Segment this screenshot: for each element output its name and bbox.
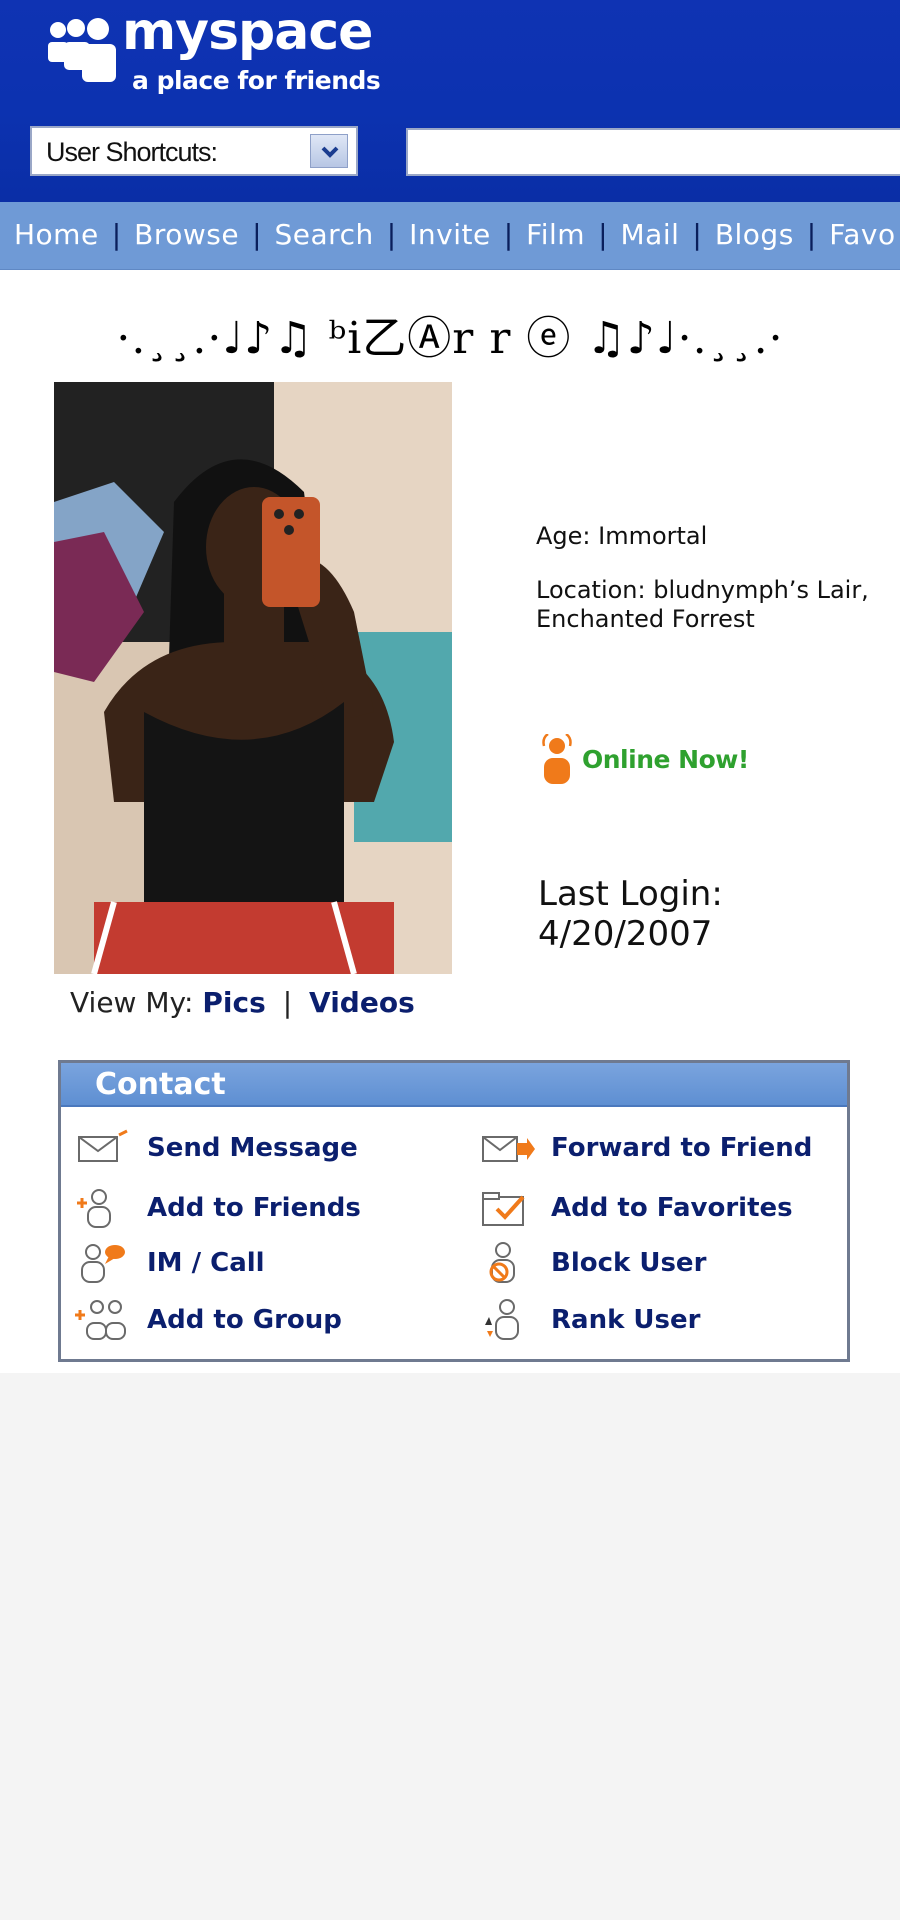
block-user-icon bbox=[479, 1240, 535, 1286]
view-my-links: View My: Pics | Videos bbox=[70, 986, 415, 1026]
link-separator: | bbox=[282, 986, 293, 1019]
last-login-date: 4/20/2007 bbox=[538, 914, 713, 954]
add-to-group-button[interactable]: Add to Group bbox=[75, 1297, 342, 1343]
contact-title: Contact bbox=[95, 1067, 226, 1102]
nav-separator: | bbox=[111, 218, 122, 251]
myspace-people-icon bbox=[48, 18, 116, 82]
block-user-label: Block User bbox=[551, 1248, 707, 1278]
online-status: Online Now! bbox=[540, 732, 749, 786]
logo-wordmark: myspace bbox=[122, 2, 373, 62]
dropdown-button[interactable] bbox=[310, 134, 348, 168]
add-friend-icon bbox=[75, 1185, 131, 1231]
send-message-button[interactable]: Send Message bbox=[75, 1125, 358, 1171]
view-my-label: View My: bbox=[70, 986, 194, 1019]
last-login-label: Last Login: bbox=[538, 874, 723, 914]
forward-to-friend-button[interactable]: Forward to Friend bbox=[479, 1125, 812, 1171]
nav-search[interactable]: Search bbox=[275, 218, 374, 251]
nav-browse[interactable]: Browse bbox=[134, 218, 239, 251]
profile-age: Age: Immortal bbox=[536, 522, 708, 550]
add-to-friends-button[interactable]: Add to Friends bbox=[75, 1185, 361, 1231]
nav-home[interactable]: Home bbox=[14, 218, 99, 251]
add-to-favorites-label: Add to Favorites bbox=[551, 1193, 793, 1223]
send-message-label: Send Message bbox=[147, 1133, 358, 1163]
last-login: Last Login: 4/20/2007 bbox=[538, 874, 868, 954]
online-now-label: Online Now! bbox=[582, 744, 749, 774]
nav-invite[interactable]: Invite bbox=[409, 218, 491, 251]
im-call-label: IM / Call bbox=[147, 1248, 265, 1278]
rank-user-label: Rank User bbox=[551, 1305, 701, 1335]
view-pics-link[interactable]: Pics bbox=[202, 986, 265, 1019]
add-to-favorites-button[interactable]: Add to Favorites bbox=[479, 1185, 793, 1231]
view-videos-link[interactable]: Videos bbox=[309, 986, 415, 1019]
search-input[interactable] bbox=[406, 128, 900, 176]
block-user-button[interactable]: Block User bbox=[479, 1240, 706, 1286]
nav-separator: | bbox=[598, 218, 608, 251]
profile-location: Location: bludnymph’s Lair, Enchanted Fo… bbox=[536, 576, 869, 633]
add-group-icon bbox=[75, 1297, 131, 1343]
logo-tagline: a place for friends bbox=[132, 66, 381, 95]
rank-user-button[interactable]: Rank User bbox=[479, 1297, 700, 1343]
user-shortcuts-select[interactable]: User Shortcuts: bbox=[30, 126, 358, 176]
nav-separator: | bbox=[386, 218, 397, 251]
contact-header: Contact bbox=[61, 1063, 847, 1107]
nav-favorites[interactable]: Favo bbox=[829, 218, 895, 251]
favorites-folder-icon bbox=[479, 1185, 535, 1231]
im-call-button[interactable]: IM / Call bbox=[75, 1240, 265, 1286]
nav-blogs[interactable]: Blogs bbox=[715, 218, 794, 251]
main-nav: Home | Browse | Search | Invite | Film |… bbox=[0, 202, 900, 270]
forward-to-friend-label: Forward to Friend bbox=[551, 1133, 813, 1163]
online-person-icon bbox=[542, 734, 572, 784]
contact-box: Contact Send Message Forward to Friend A… bbox=[58, 1060, 850, 1362]
user-shortcuts-label: User Shortcuts: bbox=[46, 137, 218, 167]
nav-separator: | bbox=[806, 218, 817, 251]
nav-separator: | bbox=[252, 218, 262, 251]
nav-mail[interactable]: Mail bbox=[621, 218, 680, 251]
nav-separator: | bbox=[692, 218, 702, 251]
nav-film[interactable]: Film bbox=[526, 218, 585, 251]
envelope-icon bbox=[75, 1125, 131, 1171]
im-call-icon bbox=[75, 1240, 131, 1286]
nav-separator: | bbox=[503, 218, 514, 251]
forward-envelope-icon bbox=[479, 1125, 535, 1171]
add-to-friends-label: Add to Friends bbox=[147, 1193, 361, 1223]
chevron-down-icon bbox=[321, 146, 339, 158]
profile-photo-image bbox=[54, 382, 452, 974]
profile-photo[interactable] bbox=[54, 382, 452, 974]
rank-user-icon bbox=[479, 1297, 535, 1343]
add-to-group-label: Add to Group bbox=[147, 1305, 342, 1335]
site-header: myspace a place for friends User Shortcu… bbox=[0, 0, 900, 202]
profile-display-name: ·.¸¸.·♩♪♫ ᵇi乙Ⓐr r ⓔ ♫♪♩·.¸¸.· bbox=[116, 313, 784, 364]
myspace-logo[interactable]: myspace a place for friends bbox=[46, 6, 381, 100]
